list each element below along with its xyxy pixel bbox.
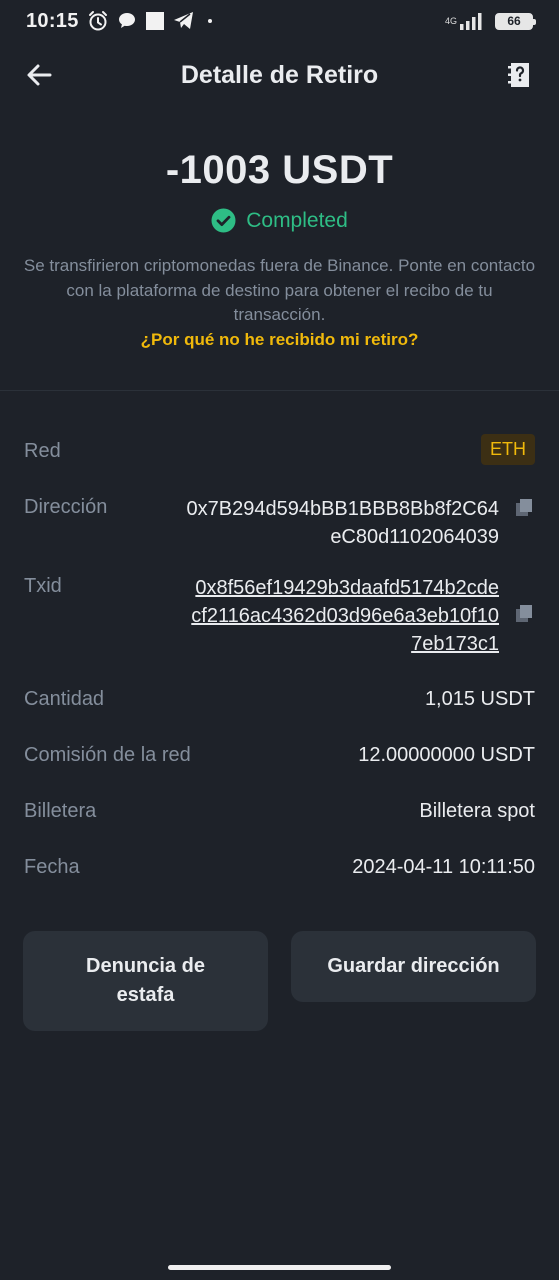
back-button[interactable] (24, 60, 54, 90)
address-label: Dirección (24, 496, 108, 518)
copy-address-icon[interactable] (513, 497, 535, 519)
amount-label: Cantidad (24, 688, 105, 710)
report-scam-button[interactable]: Denuncia de estafa (23, 931, 268, 1031)
telegram-icon (173, 11, 195, 31)
network-type: 4G (444, 15, 457, 26)
info-text: Se transfirieron criptomonedas fuera de … (23, 256, 536, 324)
wallet-label: Billetera (24, 800, 97, 822)
check-circle-icon (211, 208, 236, 233)
dot-icon (203, 14, 217, 28)
txid-link[interactable]: 0x8f56ef19429b3daafd5174b2cdecf2116ac436… (189, 574, 499, 658)
date-label: Fecha (24, 856, 80, 878)
alarm-icon (87, 10, 109, 32)
page-title: Detalle de Retiro (180, 60, 379, 89)
help-button[interactable] (505, 60, 535, 90)
status-row: Completed (0, 208, 559, 233)
wallet-value: Billetera spot (419, 800, 535, 822)
signal-icon: 4G (445, 12, 485, 30)
status-left: 10:15 (26, 10, 217, 33)
battery-icon: 66 (495, 12, 536, 30)
fee-value: 12.00000000 USDT (358, 744, 535, 766)
status-right: 4G 66 (445, 12, 536, 30)
battery-level: 66 (507, 14, 521, 28)
txid-label: Txid (24, 575, 62, 597)
chat-bubble-icon (117, 11, 137, 31)
date-value: 2024-04-11 10:11:50 (352, 856, 535, 878)
status-bar: 10:15 4G 66 (0, 0, 559, 42)
arrow-left-icon (27, 64, 52, 86)
withdrawal-amount: -1003 USDT (165, 148, 394, 192)
copy-txid-icon[interactable] (513, 603, 535, 625)
square-notification-icon (145, 11, 165, 31)
fee-label: Comisión de la red (24, 744, 191, 766)
status-badge: Completed (246, 208, 348, 232)
help-document-icon (508, 63, 529, 87)
network-label: Red (24, 440, 61, 462)
help-link[interactable]: ¿Por qué no he recibido mi retiro? (0, 330, 559, 350)
save-address-button[interactable]: Guardar dirección (291, 931, 536, 1002)
home-indicator[interactable] (168, 1265, 391, 1270)
nav-bar: Detalle de Retiro (0, 50, 559, 100)
divider (0, 390, 559, 391)
status-time: 10:15 (26, 9, 79, 32)
network-badge: ETH (481, 434, 535, 465)
amount-value: 1,015 USDT (424, 688, 535, 710)
address-value: 0x7B294d594bBB1BBB8Bb8f2C64eC80d11020640… (186, 498, 499, 548)
